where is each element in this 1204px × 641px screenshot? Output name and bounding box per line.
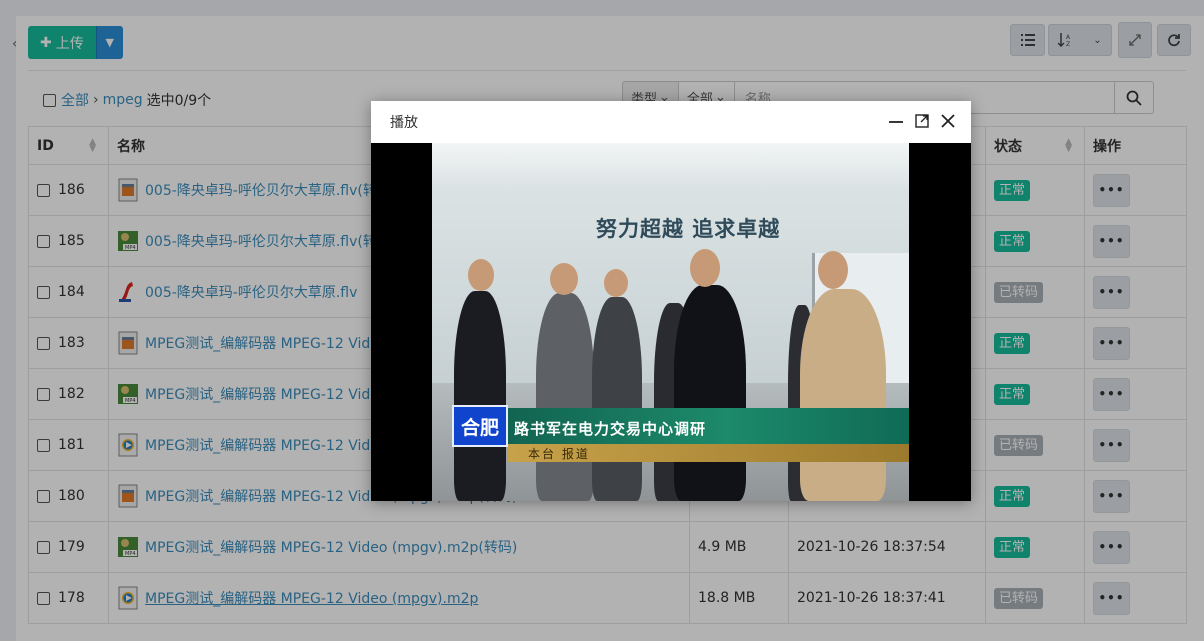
maximize-icon[interactable] bbox=[915, 113, 929, 129]
video-person bbox=[536, 293, 594, 501]
video-person-head bbox=[550, 263, 578, 295]
video-person-head bbox=[690, 249, 720, 287]
video-person bbox=[800, 289, 886, 501]
minimize-icon[interactable] bbox=[889, 113, 903, 129]
video-caption-logo: 合肥 bbox=[452, 405, 508, 447]
close-icon[interactable] bbox=[941, 113, 955, 129]
video-frame: 努力超越 追求卓越 合肥 路书军在电力交易中心调研 本台 报道 bbox=[432, 143, 909, 501]
play-video-modal: 播放 努力超越 追求卓越 合肥 路书军在电力交易中心调研 本台 报道 bbox=[371, 101, 971, 501]
video-person bbox=[454, 291, 506, 501]
video-person-head bbox=[468, 259, 494, 291]
modal-window-controls bbox=[889, 113, 955, 129]
video-person bbox=[674, 285, 746, 501]
video-person-head bbox=[818, 251, 848, 289]
video-person bbox=[592, 297, 642, 501]
modal-title: 播放 bbox=[390, 115, 418, 131]
video-caption-sub: 本台 报道 bbox=[528, 447, 590, 461]
video-scene-ceiling bbox=[432, 143, 909, 195]
video-player[interactable]: 努力超越 追求卓越 合肥 路书军在电力交易中心调研 本台 报道 bbox=[371, 143, 971, 501]
modal-header: 播放 bbox=[371, 101, 971, 143]
video-caption-title: 路书军在电力交易中心调研 bbox=[514, 420, 707, 438]
video-person-head bbox=[604, 269, 628, 297]
video-wall-slogan: 努力超越 追求卓越 bbox=[596, 216, 781, 241]
